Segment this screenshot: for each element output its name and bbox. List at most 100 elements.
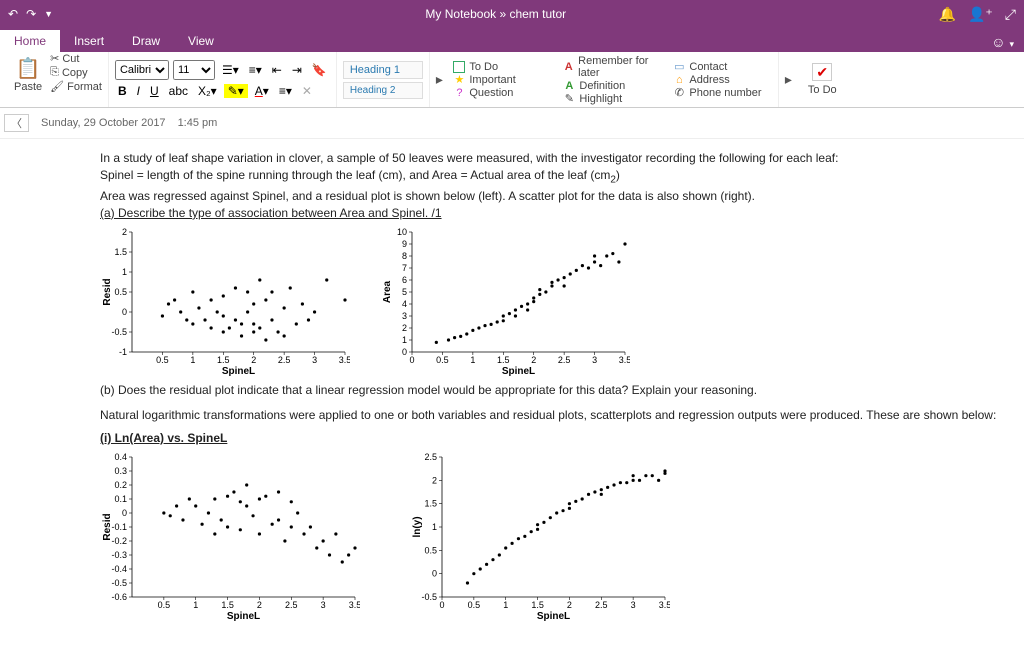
question-a: (a) Describe the type of association bet…	[100, 206, 1004, 221]
svg-text:3.5: 3.5	[619, 355, 630, 365]
svg-text:0.5: 0.5	[468, 600, 481, 610]
svg-text:3: 3	[312, 355, 317, 365]
svg-text:SpineL: SpineL	[502, 366, 535, 377]
font-color-button[interactable]: A▾	[252, 83, 272, 99]
qat-dropdown-icon[interactable]: ▼	[44, 9, 53, 19]
tab-home[interactable]: Home	[0, 30, 60, 52]
numbering-button[interactable]: ≡▾	[246, 62, 265, 78]
svg-text:0.1: 0.1	[114, 494, 127, 504]
italic-button[interactable]: I	[134, 83, 143, 99]
page-date: Sunday, 29 October 2017	[41, 117, 166, 129]
checkmark-icon[interactable]: ✔	[812, 63, 832, 81]
subscript-button[interactable]: X₂▾	[195, 83, 220, 99]
styles-expand-button[interactable]: ▸	[430, 52, 449, 107]
svg-text:-0.5: -0.5	[111, 327, 127, 337]
svg-text:2.5: 2.5	[278, 355, 291, 365]
todo-button[interactable]: To Do	[808, 84, 837, 96]
underline-button[interactable]: U	[147, 83, 162, 99]
align-button[interactable]: ≡▾	[276, 83, 295, 99]
svg-text:1: 1	[190, 355, 195, 365]
svg-text:3: 3	[402, 311, 407, 321]
svg-text:0.5: 0.5	[114, 287, 127, 297]
font-family-select[interactable]: Calibri	[115, 60, 169, 80]
format-painter-button[interactable]: 🖌Format	[50, 80, 102, 93]
svg-text:-0.2: -0.2	[111, 536, 127, 546]
window-title: My Notebook » chem tutor	[53, 7, 938, 21]
svg-text:2.5: 2.5	[424, 452, 437, 462]
back-button[interactable]: 〈	[4, 114, 29, 132]
body-text: Spinel = length of the spine running thr…	[100, 168, 1004, 187]
svg-text:0.4: 0.4	[114, 452, 127, 462]
svg-text:3: 3	[631, 600, 636, 610]
tags-expand-button[interactable]: ▸	[779, 52, 798, 107]
svg-text:Resid: Resid	[102, 278, 113, 305]
svg-text:1.5: 1.5	[217, 355, 230, 365]
bullets-button[interactable]: ☰▾	[219, 62, 242, 78]
svg-text:0: 0	[122, 307, 127, 317]
svg-text:3.5: 3.5	[349, 600, 360, 610]
heading2-style[interactable]: Heading 2	[343, 82, 423, 99]
heading1-style[interactable]: Heading 1	[343, 61, 423, 79]
tag-phone[interactable]: ✆Phone number	[673, 87, 773, 99]
outdent-button[interactable]: ⇤	[269, 62, 285, 78]
font-size-select[interactable]: 11	[173, 60, 215, 80]
svg-text:0: 0	[439, 600, 444, 610]
indent-button[interactable]: ⇥	[289, 62, 305, 78]
svg-text:SpineL: SpineL	[227, 611, 260, 622]
paste-button[interactable]: Paste	[14, 81, 42, 93]
bold-button[interactable]: B	[115, 83, 130, 99]
share-icon[interactable]: 👤⁺	[968, 6, 993, 23]
date-bar: 〈 Sunday, 29 October 2017 1:45 pm	[0, 108, 1024, 139]
page-content[interactable]: In a study of leaf shape variation in cl…	[0, 139, 1024, 667]
ln-scatter-plot: 00.511.522.533.5-0.500.511.522.5SpineLln…	[410, 452, 690, 622]
tab-draw[interactable]: Draw	[118, 30, 174, 52]
feedback-icon[interactable]: ☺ ▾	[981, 32, 1024, 52]
svg-text:-0.4: -0.4	[111, 564, 127, 574]
svg-text:2: 2	[402, 323, 407, 333]
residual-plot: 0.511.522.533.5-1-0.500.511.52SpineLResi…	[100, 227, 350, 377]
redo-icon[interactable]: ↷	[26, 7, 36, 21]
cut-button[interactable]: ✂Cut	[50, 52, 102, 65]
tag-bookmark-button[interactable]: 🔖	[309, 62, 330, 78]
copy-button[interactable]: ⎘Copy	[50, 66, 102, 79]
question-b: (b) Does the residual plot indicate that…	[100, 383, 1004, 398]
undo-icon[interactable]: ↶	[8, 7, 18, 21]
svg-text:1: 1	[470, 355, 475, 365]
svg-text:3: 3	[321, 600, 326, 610]
svg-text:1: 1	[193, 600, 198, 610]
fullscreen-icon[interactable]: ⤢	[1005, 6, 1016, 23]
paste-icon[interactable]: 📋	[16, 56, 41, 81]
body-text: Natural logarithmic transformations were…	[100, 408, 1004, 423]
clear-format-button[interactable]: ✕	[299, 83, 315, 99]
ribbon-tabs: Home Insert Draw View ☺ ▾	[0, 28, 1024, 52]
svg-text:2: 2	[567, 600, 572, 610]
tag-important[interactable]: ★Important	[453, 74, 553, 86]
svg-text:5: 5	[402, 287, 407, 297]
tag-address[interactable]: ⌂Address	[673, 74, 773, 86]
svg-text:2.5: 2.5	[285, 600, 298, 610]
body-text: In a study of leaf shape variation in cl…	[100, 151, 1004, 166]
tag-definition[interactable]: ADefinition	[563, 80, 663, 92]
bell-icon[interactable]: 🔔	[939, 6, 956, 23]
scissors-icon: ✂	[50, 52, 59, 65]
svg-text:1.5: 1.5	[497, 355, 510, 365]
svg-text:-1: -1	[119, 347, 127, 357]
tag-remember[interactable]: ARemember for later	[563, 55, 663, 79]
tag-highlight[interactable]: ✎Highlight	[563, 93, 663, 105]
tab-view[interactable]: View	[174, 30, 228, 52]
svg-text:1: 1	[503, 600, 508, 610]
svg-text:3.5: 3.5	[659, 600, 670, 610]
strike-button[interactable]: abc	[166, 83, 191, 99]
highlight-button[interactable]: ✎▾	[224, 84, 248, 98]
svg-text:ln(y): ln(y)	[412, 516, 423, 537]
svg-text:7: 7	[402, 263, 407, 273]
tab-insert[interactable]: Insert	[60, 30, 118, 52]
tag-contact[interactable]: ▭Contact	[673, 61, 773, 73]
tag-todo[interactable]: To Do	[453, 61, 553, 73]
svg-text:2.5: 2.5	[558, 355, 571, 365]
copy-icon: ⎘	[50, 66, 59, 79]
svg-text:0.5: 0.5	[424, 545, 437, 555]
svg-text:1: 1	[122, 267, 127, 277]
tag-question[interactable]: ?Question	[453, 87, 553, 99]
svg-text:1.5: 1.5	[424, 499, 437, 509]
